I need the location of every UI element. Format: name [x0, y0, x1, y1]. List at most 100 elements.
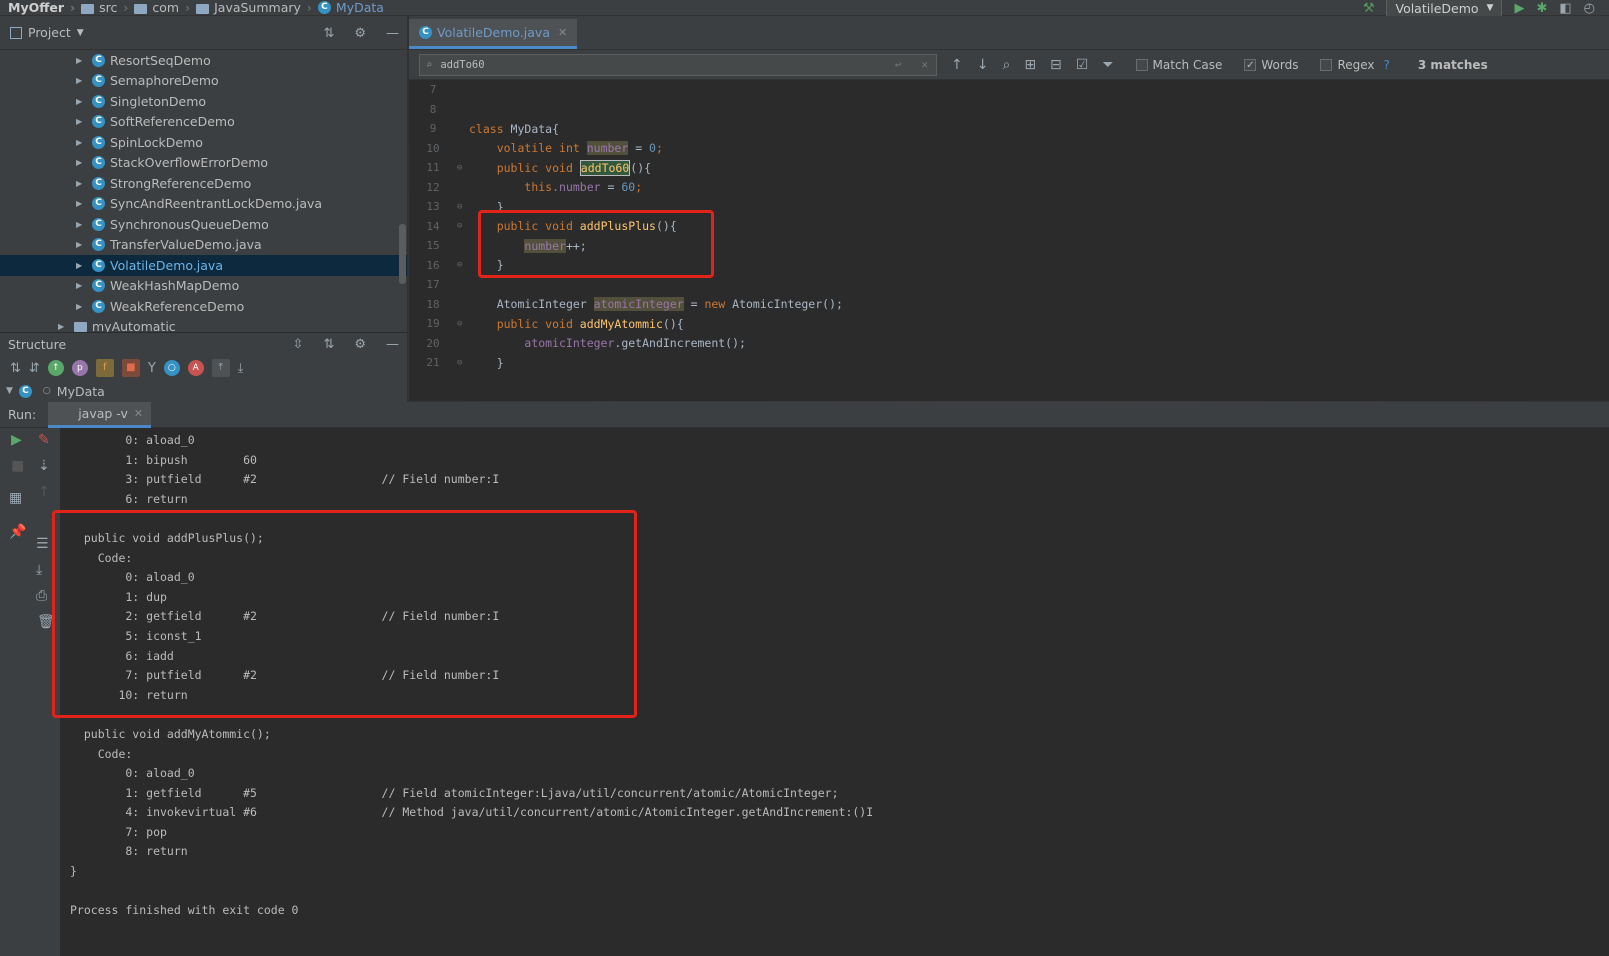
breadcrumb-src[interactable]: src ›	[81, 0, 128, 15]
autoscroll-to-source-icon[interactable]: ⤒	[211, 359, 230, 377]
tree-item[interactable]: ▶ C SoftReferenceDemo	[0, 112, 407, 133]
find-all-icon[interactable]: ⌕	[1002, 57, 1010, 73]
help-link[interactable]: ?	[1384, 58, 1390, 72]
gear-icon[interactable]: ⚙	[354, 26, 366, 41]
filter-icon[interactable]: ⏷	[1102, 57, 1113, 73]
fold-icon[interactable]: ⊖	[457, 202, 469, 212]
collapse-all-icon[interactable]: ⇅	[323, 337, 334, 352]
match-case-checkbox[interactable]: Match Case	[1135, 58, 1222, 72]
fields-icon[interactable]: f	[95, 359, 114, 377]
structure-root[interactable]: ▼ C ○ MyData	[0, 381, 407, 401]
fold-icon[interactable]: ⊖	[457, 319, 469, 329]
breadcrumb-mydata[interactable]: C MyData	[317, 0, 384, 15]
tree-item[interactable]: ▶ C SyncAndReentrantLockDemo.java	[0, 194, 407, 215]
breadcrumb-com[interactable]: com ›	[134, 0, 190, 15]
tree-item[interactable]: ▶ C WeakReferenceDemo	[0, 296, 407, 317]
close-icon[interactable]: ✕	[558, 26, 567, 39]
expand-arrow-icon[interactable]: ▶	[76, 281, 92, 290]
minimize-icon[interactable]: —	[386, 337, 399, 352]
select-all-occurrences-icon[interactable]: ☑	[1076, 57, 1089, 73]
sort-visibility-icon[interactable]: ⇅	[10, 361, 21, 376]
tree-item-selected[interactable]: ▶ C VolatileDemo.java	[0, 255, 407, 276]
profile-icon[interactable]: ◴	[1584, 1, 1595, 16]
collapse-arrow-icon[interactable]: ▼	[6, 386, 13, 396]
tree-item[interactable]: ▶ C TransferValueDemo.java	[0, 235, 407, 256]
expand-arrow-icon[interactable]: ▶	[76, 138, 92, 147]
keyword: class	[469, 121, 511, 136]
add-occurrence-icon[interactable]: ⊞	[1024, 57, 1036, 73]
inherited-icon[interactable]: ↑	[47, 360, 64, 376]
expand-arrow-icon[interactable]: ▶	[76, 220, 92, 229]
checkbox-box[interactable]	[1135, 58, 1148, 71]
expand-arrow-icon[interactable]: ▶	[76, 240, 92, 249]
scroll-to-end-icon[interactable]: ⤓	[36, 562, 42, 578]
gear-icon[interactable]: ⚙	[354, 337, 366, 352]
fold-icon[interactable]: ⊖	[457, 221, 469, 231]
breadcrumb-javasummary[interactable]: JavaSummary ›	[196, 0, 312, 15]
pin-icon[interactable]: 📌	[9, 524, 26, 540]
expand-arrow-icon[interactable]: ▶	[76, 158, 92, 167]
tab-javap[interactable]: javap -v ✕	[48, 401, 152, 428]
stop-icon[interactable]: ■	[11, 458, 24, 474]
expand-arrow-icon[interactable]: ▶	[76, 302, 92, 311]
anonymous-class-icon[interactable]: ○	[163, 360, 180, 376]
run-config-dropdown[interactable]: VolatileDemo ▼	[1386, 0, 1503, 17]
tree-item[interactable]: ▶ C SpinLockDemo	[0, 132, 407, 153]
edit-config-icon[interactable]: ✎	[38, 432, 50, 448]
clear-icon[interactable]: ↩ ✕	[895, 58, 928, 71]
print-icon[interactable]: ⎙	[36, 588, 47, 604]
tab-volatiledemo[interactable]: C VolatileDemo.java ✕	[409, 19, 578, 49]
tree-item[interactable]: ▶ C SynchronousQueueDemo	[0, 214, 407, 235]
expand-arrow-icon[interactable]: ▶	[76, 97, 92, 106]
next-occurrence-icon[interactable]: ↓	[977, 57, 989, 73]
non-public-icon[interactable]: ■	[121, 359, 140, 377]
tree-item[interactable]: ▶ C SingletonDemo	[0, 91, 407, 112]
expand-arrow-icon[interactable]: ▶	[76, 117, 92, 126]
tree-item[interactable]: ▶ C ResortSeqDemo	[0, 50, 407, 71]
expand-arrow-icon[interactable]: ▶	[76, 56, 92, 65]
fold-icon[interactable]: ⊖	[457, 163, 469, 173]
expand-arrow-icon[interactable]: ▶	[76, 179, 92, 188]
expand-arrow-icon[interactable]: ▶	[76, 76, 92, 85]
search-icon[interactable]: ⌕	[426, 59, 432, 71]
checkbox-box-checked[interactable]: ✓	[1244, 58, 1257, 71]
expand-all-icon[interactable]: ⇳	[293, 337, 304, 352]
close-icon[interactable]: ✕	[134, 407, 143, 420]
collapse-all-icon[interactable]: ⇅	[323, 26, 334, 41]
abstract-icon[interactable]: A	[187, 360, 204, 376]
run-icon[interactable]: ▶	[1514, 1, 1524, 16]
minimize-icon[interactable]: —	[386, 26, 399, 41]
autoscroll-from-source-icon[interactable]: ⤓	[238, 361, 244, 376]
build-hammer-icon[interactable]: ⚒	[1363, 1, 1375, 16]
search-input[interactable]: ⌕ addTo60 ↩ ✕	[419, 53, 937, 76]
tree-item[interactable]: ▶ C StrongReferenceDemo	[0, 173, 407, 194]
previous-occurrence-icon[interactable]: ↑	[951, 57, 963, 73]
tree-item[interactable]: ▶ C SemaphoreDemo	[0, 71, 407, 92]
debug-icon[interactable]: ✱	[1536, 1, 1547, 16]
scrollbar[interactable]	[399, 224, 406, 284]
chevron-down-icon[interactable]: ▼	[77, 28, 84, 38]
rerun-icon[interactable]: ▶	[11, 432, 22, 448]
words-checkbox[interactable]: ✓ Words	[1244, 58, 1298, 72]
layout-icon[interactable]: ▦	[9, 490, 22, 506]
expand-arrow-icon[interactable]: ▶	[58, 322, 74, 331]
scroll-down-icon[interactable]: ⇣	[38, 458, 50, 474]
checkbox-box[interactable]	[1320, 58, 1333, 71]
expand-arrow-icon[interactable]: ▶	[76, 261, 92, 270]
expand-arrow-icon[interactable]: ▶	[76, 199, 92, 208]
tree-item[interactable]: ▶ C WeakHashMapDemo	[0, 276, 407, 297]
soft-wrap-icon[interactable]: ☰	[36, 536, 49, 552]
lambda-icon[interactable]: Y	[148, 361, 156, 376]
sort-alpha-icon[interactable]: ⇵	[29, 361, 40, 376]
fold-icon[interactable]: ⊖	[457, 260, 469, 270]
remove-occurrence-icon[interactable]: ⊟	[1050, 57, 1062, 73]
properties-icon[interactable]: p	[71, 360, 88, 376]
breadcrumb-project[interactable]: MyOffer ›	[0, 0, 75, 15]
project-panel-title[interactable]: Project	[28, 25, 71, 40]
tree-item[interactable]: ▶ C StackOverflowErrorDemo	[0, 153, 407, 174]
regex-checkbox[interactable]: Regex ?	[1320, 58, 1390, 72]
fold-icon[interactable]: ⊖	[457, 358, 469, 368]
coverage-icon[interactable]: ◧	[1559, 1, 1571, 16]
code-area[interactable]: 7 8 9 class MyData{ 10 volatile int numbe…	[409, 80, 1609, 400]
up-icon[interactable]: ↑	[38, 484, 50, 500]
